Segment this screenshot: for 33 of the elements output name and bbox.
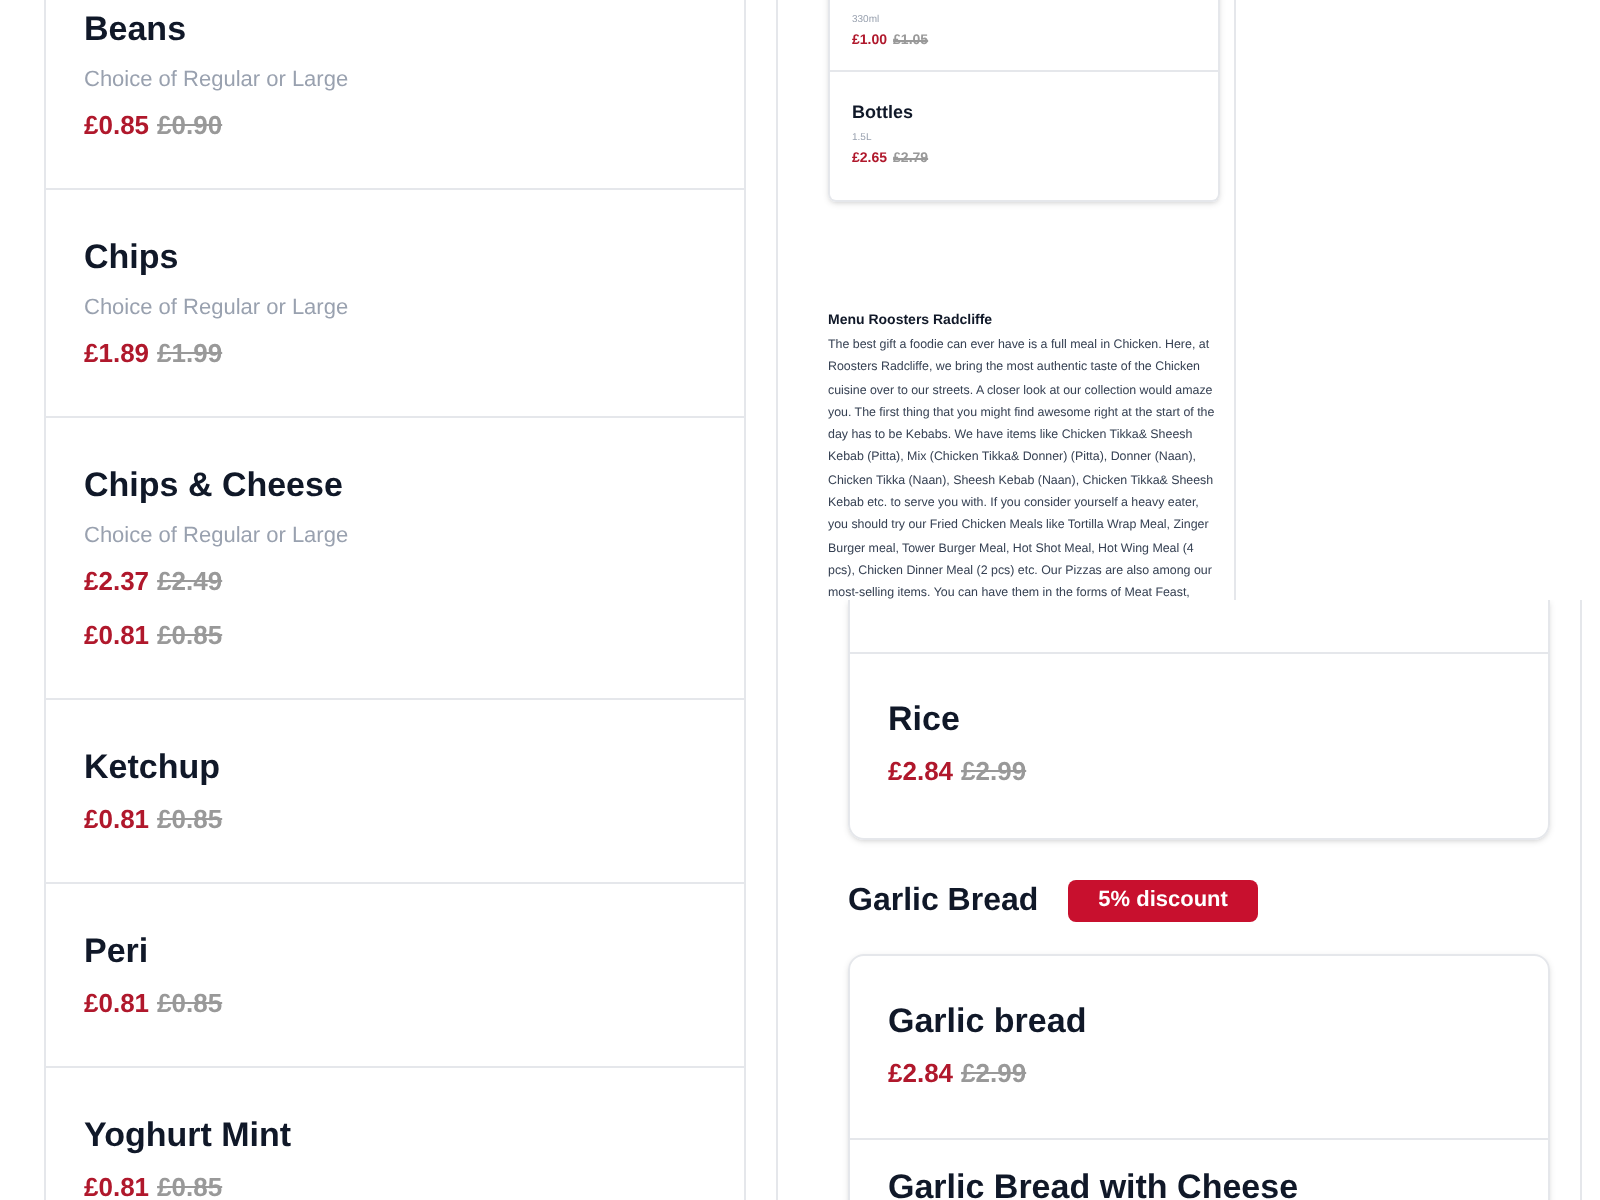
old-price: £0.85: [157, 618, 223, 654]
item-name: Chips & Cheese: [84, 466, 345, 506]
old-price: £2.99: [961, 754, 1027, 790]
price: £0.81: [84, 618, 150, 654]
old-price: £0.85: [157, 802, 223, 838]
section-title: Garlic Bread: [848, 881, 1039, 921]
discount-badge: 5% discount: [1068, 880, 1258, 922]
item-name: Beans: [84, 10, 189, 50]
old-price: £2.49: [157, 564, 223, 600]
price: £2.84: [888, 754, 954, 790]
price: £2.37: [84, 564, 150, 600]
price: £0.81: [84, 986, 150, 1022]
price: £0.85: [84, 108, 150, 144]
item-name: Garlic bread: [888, 1002, 1089, 1042]
drink-name: Bottles: [852, 100, 916, 124]
item-name: Garlic Bread with Cheese: [888, 1168, 1301, 1200]
item-description: Choice of Regular or Large: [84, 294, 351, 322]
old-price: £0.85: [157, 986, 223, 1022]
item-name: Peri: [84, 932, 151, 972]
price: £2.84: [888, 1056, 954, 1092]
item-description: Choice of Regular or Large: [84, 522, 351, 550]
old-price: £0.85: [157, 1170, 223, 1200]
old-price: £0.90: [157, 108, 223, 144]
item-name: Chips: [84, 238, 181, 278]
price: £0.81: [84, 802, 150, 838]
old-price: £2.99: [961, 1056, 1027, 1092]
item-name: Rice: [888, 700, 962, 740]
old-price: £1.99: [157, 336, 223, 372]
price: £0.81: [84, 1170, 150, 1200]
item-description: Choice of Regular or Large: [84, 66, 351, 94]
item-name: Yoghurt Mint: [84, 1116, 294, 1156]
item-name: Ketchup: [84, 748, 222, 788]
price: £1.89: [84, 336, 150, 372]
